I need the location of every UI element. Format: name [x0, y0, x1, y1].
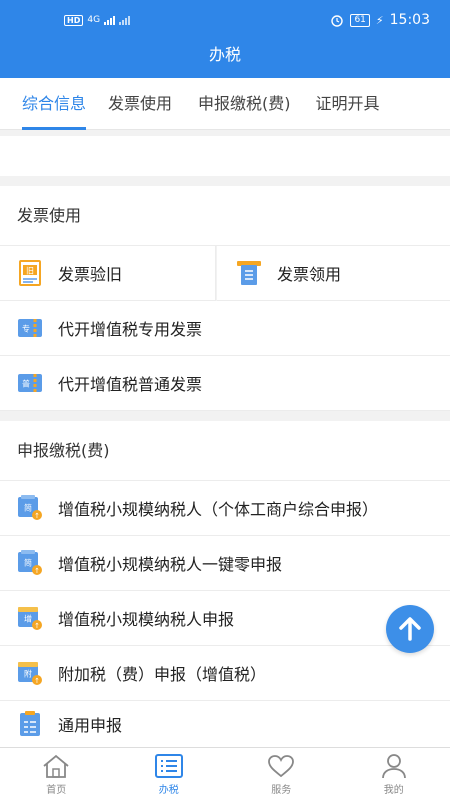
- special-badge: 专: [22, 324, 30, 334]
- clipboard-icon: [20, 711, 40, 736]
- section-title-tax: 申报缴税(费): [0, 421, 450, 481]
- section-title-invoice: 发票使用: [0, 186, 450, 246]
- signal-label: 4G: [87, 15, 101, 25]
- nav-service-label: 服务: [271, 784, 292, 796]
- tax-item-surcharge[interactable]: 附 ↑ 附加税（费）申报（增值税）: [0, 646, 450, 701]
- charging-icon: ⚡: [375, 13, 384, 27]
- bottom-nav: 首页 办税 服务 我的: [0, 747, 450, 800]
- signal-icon: [104, 15, 116, 25]
- tax-item-label: 增值税小规模纳税人申报: [58, 610, 235, 629]
- svg-text:旧: 旧: [26, 267, 34, 276]
- heart-icon: [268, 754, 295, 777]
- home-icon: [43, 754, 69, 778]
- tab-overview[interactable]: 综合信息: [22, 78, 87, 130]
- declare-form-icon: 附↑: [18, 662, 42, 685]
- tax-item-label: 附加税（费）申报（增值税）: [58, 665, 267, 684]
- tab-certificate[interactable]: 证明开具: [316, 78, 380, 130]
- special-invoice-item[interactable]: 专 代开增值税专用发票: [0, 301, 450, 356]
- svg-text:↑: ↑: [34, 677, 40, 685]
- invoice-receive-label: 发票领用: [277, 265, 342, 284]
- tax-item-label: 通用申报: [58, 716, 123, 735]
- alarm-icon: [331, 15, 344, 27]
- signal-icon-2: [119, 15, 131, 25]
- tab-bar: 综合信息 发票使用 申报缴税(费) 证明开具: [0, 78, 450, 130]
- general-invoice-ticket-icon: 普: [18, 374, 42, 392]
- svg-text:↑: ↑: [34, 622, 40, 630]
- tab-declare[interactable]: 申报缴税(费): [198, 78, 291, 130]
- tax-item-comprehensive[interactable]: 简 ↑ 增值税小规模纳税人（个体工商户综合申报）: [0, 481, 450, 536]
- tax-item-label: 增值税小规模纳税人一键零申报: [58, 555, 283, 574]
- person-icon: [381, 753, 406, 778]
- battery-icon: 61: [350, 13, 370, 27]
- invoice-check-label: 发票验旧: [58, 265, 123, 284]
- nav-service[interactable]: 服务: [225, 748, 338, 800]
- svg-text:增: 增: [24, 614, 32, 624]
- general-invoice-item[interactable]: 普 代开增值税普通发票: [0, 356, 450, 411]
- declare-form-icon: 简↑: [18, 550, 42, 575]
- clock: 15:03: [389, 12, 430, 28]
- svg-text:简: 简: [24, 558, 32, 568]
- tax-item-label: 增值税小规模纳税人（个体工商户综合申报）: [58, 500, 379, 519]
- list-icon: [154, 753, 183, 778]
- blank-panel: [0, 136, 450, 176]
- invoice-receive-item[interactable]: 发票领用: [217, 246, 450, 301]
- special-invoice-label: 代开增值税专用发票: [58, 320, 203, 339]
- invoice-check-icon: 旧: [19, 260, 41, 286]
- svg-text:附: 附: [24, 669, 32, 679]
- nav-mine[interactable]: 我的: [338, 748, 450, 800]
- nav-home-label: 首页: [46, 784, 67, 796]
- special-invoice-ticket-icon: 专: [18, 319, 42, 337]
- tax-item-zero[interactable]: 简 ↑ 增值税小规模纳税人一键零申报: [0, 536, 450, 591]
- scroll-top-button[interactable]: [386, 605, 434, 653]
- general-badge: 普: [22, 379, 30, 389]
- nav-tax-label: 办税: [158, 784, 179, 796]
- nav-mine-label: 我的: [383, 784, 404, 796]
- svg-text:简: 简: [24, 503, 32, 513]
- nav-tax[interactable]: 办税: [113, 748, 226, 800]
- declare-form-icon: 简↑: [18, 495, 42, 520]
- invoice-check-item[interactable]: 旧 发票验旧: [0, 246, 216, 301]
- invoice-receive-icon: [237, 261, 261, 285]
- general-invoice-label: 代开增值税普通发票: [58, 375, 203, 394]
- arrow-up-icon: [399, 617, 421, 641]
- page-title: 办税: [208, 45, 241, 64]
- tab-invoice[interactable]: 发票使用: [108, 78, 172, 130]
- declare-form-icon: 增↑: [18, 607, 42, 630]
- hd-indicator: HD: [64, 14, 84, 26]
- nav-home[interactable]: 首页: [0, 748, 113, 800]
- top-bar: HD 4G 61 ⚡ 15:03 办税: [0, 0, 450, 78]
- status-bar: HD 4G 61 ⚡ 15:03: [0, 0, 450, 40]
- svg-text:↑: ↑: [34, 567, 40, 575]
- tax-item-general[interactable]: 通用申报: [0, 701, 450, 747]
- tax-item-vat[interactable]: 增 ↑ 增值税小规模纳税人申报: [0, 591, 450, 646]
- svg-text:↑: ↑: [34, 512, 40, 520]
